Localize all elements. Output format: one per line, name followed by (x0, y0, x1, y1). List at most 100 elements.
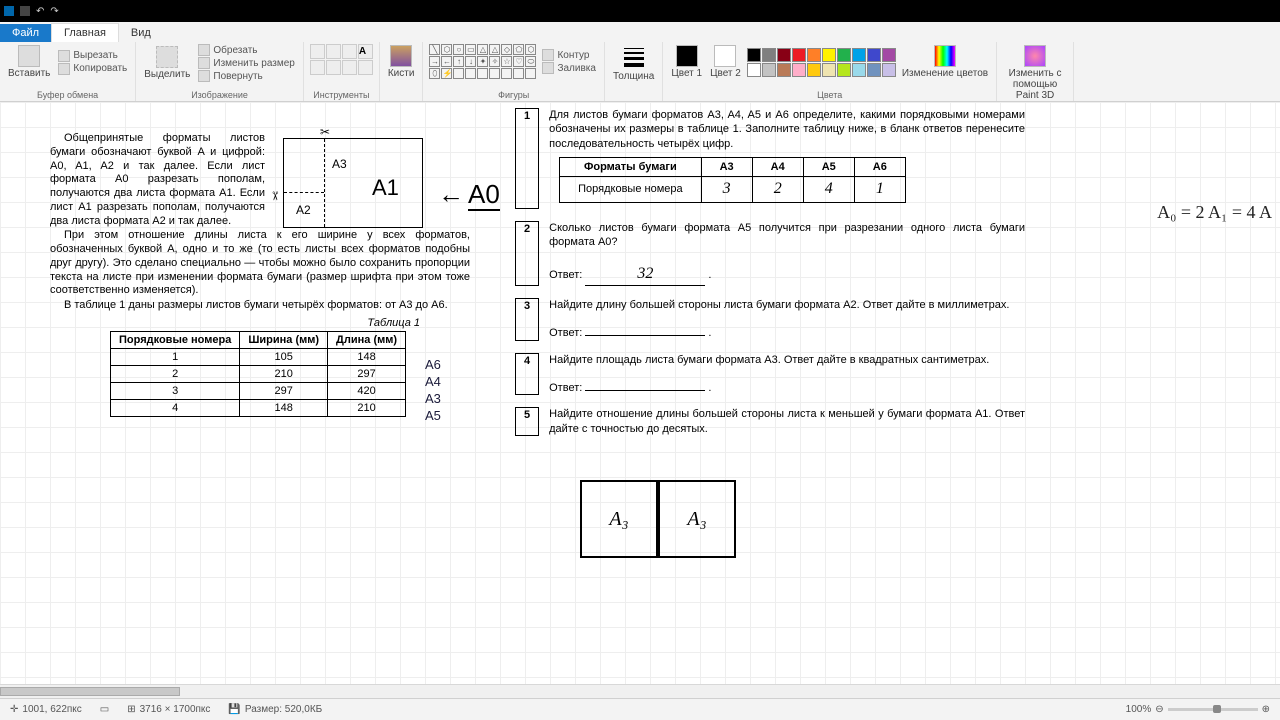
table-row: 2210297 (111, 365, 406, 382)
paragraph-3: В таблице 1 даны размеры листов бумаги ч… (50, 299, 470, 313)
canvas[interactable]: Общепринятые форматы листов бумаги обозн… (0, 102, 1280, 698)
color-swatch[interactable] (807, 48, 821, 62)
group-tools: A Инструменты (304, 42, 380, 101)
color-swatch[interactable] (762, 48, 776, 62)
paragraph-1: Общепринятые форматы листов бумаги обозн… (50, 132, 265, 228)
q1-table: Форматы бумагиA3A4A5A6 Порядковые номера… (559, 157, 906, 203)
paragraph-2: При этом отношение длины листа к его шир… (50, 229, 470, 298)
zoom-slider[interactable] (1168, 708, 1258, 711)
copy-icon (58, 63, 70, 75)
status-zoom: 100%⊖⊕ (1126, 704, 1270, 715)
copy-button[interactable]: Копировать (56, 63, 129, 75)
group-image: Выделить Обрезать Изменить размер Поверн… (136, 42, 304, 101)
status-selection: ▭ (100, 704, 109, 715)
crosshair-icon: ✛ (10, 704, 18, 715)
format-diagram: A3 A2 A1 ✂ ✂ (283, 138, 423, 228)
hand-sketch: A₃ A₃ (580, 480, 736, 558)
outline-icon (542, 49, 554, 61)
color-swatch[interactable] (837, 48, 851, 62)
tool-palette[interactable]: A (310, 44, 373, 75)
right-column: 1 Для листов бумаги форматов A3, A4, A5 … (515, 108, 1025, 448)
scissors-icon: ✂ (320, 125, 330, 139)
ribbon: Вставить Вырезать Копировать Буфер обмен… (0, 42, 1280, 102)
cut-icon (58, 50, 70, 62)
group-size: Толщина (605, 42, 663, 101)
color1-swatch (676, 45, 698, 67)
ribbon-tabs: Файл Главная Вид (0, 22, 1280, 42)
size-button[interactable]: Толщина (611, 44, 656, 83)
horizontal-scrollbar[interactable] (0, 684, 1280, 698)
color2-swatch (714, 45, 736, 67)
paste-button[interactable]: Вставить (6, 44, 52, 80)
color-swatch[interactable] (822, 63, 836, 77)
tab-home[interactable]: Главная (51, 23, 119, 42)
color-swatch[interactable] (792, 48, 806, 62)
group-clipboard: Вставить Вырезать Копировать Буфер обмен… (0, 42, 136, 101)
table-row: 1105148 (111, 348, 406, 365)
color-swatch[interactable] (837, 63, 851, 77)
tab-file[interactable]: Файл (0, 24, 51, 42)
table-row: 3297420 (111, 382, 406, 399)
a0-label: A0 (438, 179, 500, 210)
color-swatch[interactable] (762, 63, 776, 77)
color1-button[interactable]: Цвет 1 (669, 44, 704, 80)
color-swatch[interactable] (882, 63, 896, 77)
table-1: Порядковые номераШирина (мм)Длина (мм) 1… (110, 331, 406, 417)
tab-view[interactable]: Вид (119, 24, 163, 42)
status-filesize: 💾Размер: 520,0КБ (228, 704, 322, 715)
color-swatch[interactable] (747, 63, 761, 77)
question-5: 5 Найдите отношение длины большей сторон… (515, 407, 1025, 436)
brush-icon (390, 45, 412, 67)
table-row: 4148210 (111, 399, 406, 416)
document-content: Общепринятые форматы листов бумаги обозн… (0, 102, 1280, 698)
select-icon (156, 46, 178, 68)
paste-icon (18, 45, 40, 67)
crop-button[interactable]: Обрезать (196, 44, 296, 56)
question-3: 3 Найдите длину большей стороны листа бу… (515, 298, 1025, 341)
selection-icon: ▭ (100, 704, 109, 715)
color-swatch[interactable] (807, 63, 821, 77)
zoom-in-icon[interactable]: ⊕ (1262, 704, 1270, 715)
color-swatch[interactable] (792, 63, 806, 77)
zoom-out-icon[interactable]: ⊖ (1155, 704, 1163, 715)
scrollbar-thumb[interactable] (0, 687, 180, 696)
color-swatch[interactable] (867, 63, 881, 77)
color-swatch[interactable] (777, 63, 791, 77)
side-note: A₀ = 2 A₁ = 4 A (1157, 202, 1272, 223)
dimensions-icon: ⊞ (127, 704, 135, 715)
color2-button[interactable]: Цвет 2 (708, 44, 743, 80)
color-palette[interactable] (747, 48, 896, 77)
shape-outline[interactable]: Контур (540, 49, 598, 61)
resize-button[interactable]: Изменить размер (196, 57, 296, 69)
color-swatch[interactable] (882, 48, 896, 62)
question-4: 4 Найдите площадь листа бумаги формата A… (515, 353, 1025, 396)
rotate-icon (198, 70, 210, 82)
color-swatch[interactable] (777, 48, 791, 62)
status-position: ✛1001, 622пкс (10, 704, 82, 715)
shape-gallery[interactable]: ╲⬡○▭△△◇⬠⬡→←↑↓✦✧☆♡⬭⬯⚡ (429, 44, 536, 79)
redo-icon[interactable]: ↷ (50, 6, 58, 17)
color-swatch[interactable] (852, 63, 866, 77)
undo-icon[interactable]: ↶ (36, 6, 44, 17)
shape-fill[interactable]: Заливка (540, 62, 598, 74)
window-titlebar: ↶ ↷ (0, 0, 1280, 22)
hand-annotations: A6A4A3A5 (425, 356, 441, 424)
group-colors: Цвет 1 Цвет 2 Изменение цветов Цвета (663, 42, 997, 101)
question-2: 2 Сколько листов бумаги формата A5 получ… (515, 221, 1025, 286)
edit-colors-button[interactable]: Изменение цветов (900, 44, 990, 80)
color-swatch[interactable] (852, 48, 866, 62)
app-icon (4, 6, 14, 16)
brushes-button[interactable]: Кисти (386, 44, 417, 80)
save-icon[interactable] (20, 6, 30, 16)
cut-button[interactable]: Вырезать (56, 50, 129, 62)
status-bar: ✛1001, 622пкс ▭ ⊞3716 × 1700пкс 💾Размер:… (0, 698, 1280, 720)
select-button[interactable]: Выделить (142, 45, 192, 81)
color-swatch[interactable] (867, 48, 881, 62)
rotate-button[interactable]: Повернуть (196, 70, 296, 82)
paint3d-button[interactable]: Изменить с помощью Paint 3D (1003, 44, 1067, 102)
color-swatch[interactable] (747, 48, 761, 62)
rainbow-icon (934, 45, 956, 67)
crop-icon (198, 44, 210, 56)
group-shapes: ╲⬡○▭△△◇⬠⬡→←↑↓✦✧☆♡⬭⬯⚡ Контур Заливка Фигу… (423, 42, 605, 101)
color-swatch[interactable] (822, 48, 836, 62)
